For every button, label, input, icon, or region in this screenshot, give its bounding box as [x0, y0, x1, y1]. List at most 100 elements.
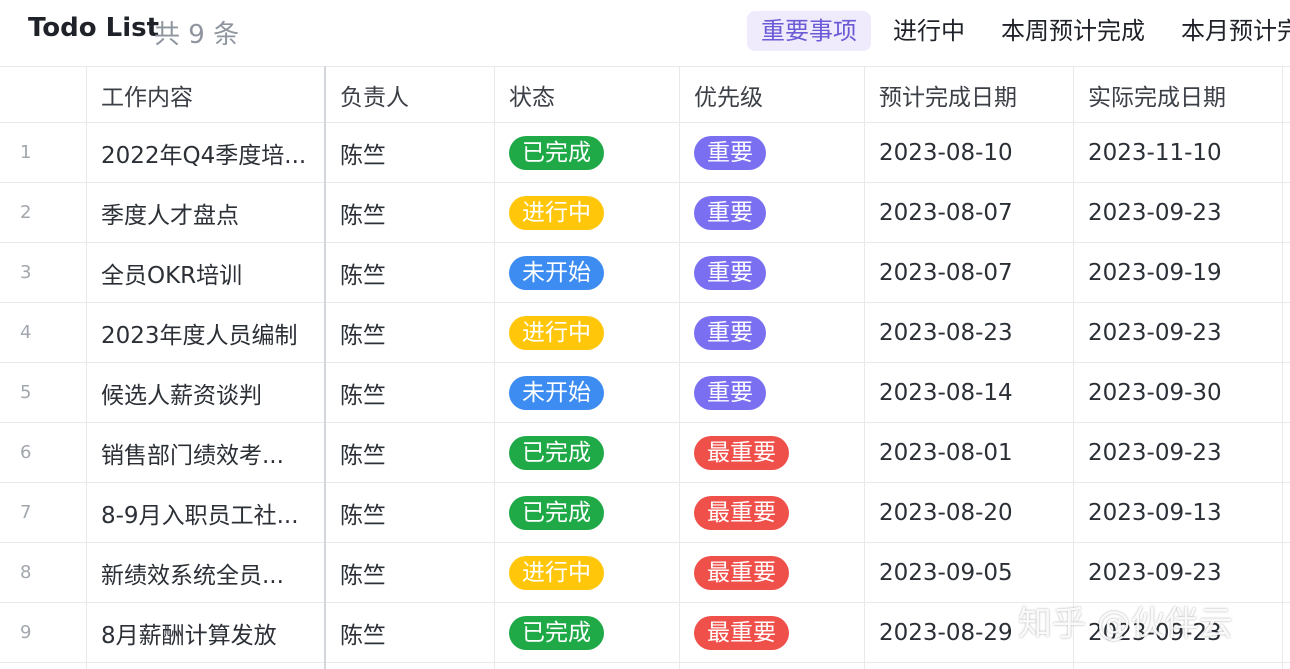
priority-cell[interactable]: 最重要: [680, 603, 864, 662]
priority-tag: 最重要: [694, 555, 789, 590]
status-cell[interactable]: 进行中: [495, 303, 679, 362]
owner-cell[interactable]: 陈竺: [326, 543, 494, 602]
priority-cell[interactable]: 重要: [680, 363, 864, 422]
table-row[interactable]: 4 2023年度人员编制 陈竺 进行中 重要 2023-08-23 2023-09-23: [0, 303, 1290, 363]
page-title: Todo List: [28, 13, 160, 43]
planned-date-cell[interactable]: 2023-08-29: [865, 603, 1073, 662]
task-cell[interactable]: 销售部门绩效考...: [87, 423, 325, 482]
table-row[interactable]: 2 季度人才盘点 陈竺 进行中 重要 2023-08-07 2023-09-23: [0, 183, 1290, 243]
table-row[interactable]: 8 新绩效系统全员... 陈竺 进行中 最重要 2023-09-05 2023-09-23: [0, 543, 1290, 603]
priority-cell[interactable]: 最重要: [680, 543, 864, 602]
column-header-task[interactable]: 工作内容: [87, 67, 325, 122]
table-row[interactable]: 7 8-9月入职员工社... 陈竺 已完成 最重要 2023-08-20 2023-09-1…: [0, 483, 1290, 543]
planned-date-cell[interactable]: 2023-08-10: [865, 123, 1073, 182]
extra-cell: [1283, 363, 1290, 422]
priority-cell[interactable]: 重要: [680, 243, 864, 302]
priority-tag: 重要: [694, 195, 766, 230]
planned-date-cell[interactable]: 2023-08-07: [865, 243, 1073, 302]
owner-cell[interactable]: 陈竺: [326, 303, 494, 362]
table-row[interactable]: 6 销售部门绩效考... 陈竺 已完成 最重要 2023-08-01 2023-09-23: [0, 423, 1290, 483]
column-header-planned-date[interactable]: 预计完成日期: [865, 67, 1073, 122]
planned-date-cell[interactable]: 2023-09-05: [865, 543, 1073, 602]
priority-tag: 重要: [694, 315, 766, 350]
table-row[interactable]: 5 候选人薪资谈判 陈竺 未开始 重要 2023-08-14 2023-09-30: [0, 363, 1290, 423]
task-cell[interactable]: 8月薪酬计算发放: [87, 603, 325, 662]
priority-cell[interactable]: 最重要: [680, 483, 864, 542]
status-cell[interactable]: 进行中: [495, 543, 679, 602]
planned-date-cell[interactable]: 2023-08-20: [865, 483, 1073, 542]
row-index: 8: [20, 562, 32, 583]
table-row[interactable]: 9 8月薪酬计算发放 陈竺 已完成 最重要 2023-08-29 2023-09-23: [0, 603, 1290, 663]
priority-tag: 最重要: [694, 495, 789, 530]
status-cell[interactable]: 已完成: [495, 123, 679, 182]
column-divider: [679, 66, 680, 669]
priority-cell[interactable]: 重要: [680, 123, 864, 182]
actual-date-cell[interactable]: 2023-09-13: [1074, 483, 1282, 542]
extra-cell: [1283, 243, 1290, 302]
view-tab-in-progress[interactable]: 进行中: [879, 11, 979, 51]
task-cell[interactable]: 2023年度人员编制: [87, 303, 325, 362]
row-index: 4: [20, 322, 32, 343]
record-count: 共 9 条: [154, 20, 240, 50]
extra-cell: [1283, 603, 1290, 662]
actual-date-cell[interactable]: 2023-09-19: [1074, 243, 1282, 302]
owner-cell[interactable]: 陈竺: [326, 123, 494, 182]
planned-date-cell[interactable]: 2023-08-23: [865, 303, 1073, 362]
actual-date-cell[interactable]: 2023-09-23: [1074, 303, 1282, 362]
column-divider: [86, 66, 87, 669]
priority-cell[interactable]: 重要: [680, 183, 864, 242]
status-tag: 已完成: [509, 495, 604, 530]
table-header-row: 工作内容 负责人 状态 优先级 预计完成日期 实际完成日期: [0, 66, 1290, 123]
table-row[interactable]: 3 全员OKR培训 陈竺 未开始 重要 2023-08-07 2023-09-19: [0, 243, 1290, 303]
status-cell[interactable]: 已完成: [495, 423, 679, 482]
status-cell[interactable]: 未开始: [495, 243, 679, 302]
owner-cell[interactable]: 陈竺: [326, 183, 494, 242]
actual-date-cell[interactable]: 2023-09-30: [1074, 363, 1282, 422]
planned-date-cell[interactable]: 2023-08-01: [865, 423, 1073, 482]
priority-tag: 最重要: [694, 435, 789, 470]
status-cell[interactable]: 已完成: [495, 603, 679, 662]
task-cell[interactable]: 全员OKR培训: [87, 243, 325, 302]
extra-cell: [1283, 123, 1290, 182]
task-cell[interactable]: 季度人才盘点: [87, 183, 325, 242]
column-header-owner[interactable]: 负责人: [326, 67, 494, 122]
status-cell[interactable]: 进行中: [495, 183, 679, 242]
priority-tag: 重要: [694, 255, 766, 290]
actual-date-cell[interactable]: 2023-11-10: [1074, 123, 1282, 182]
view-tab-this-month[interactable]: 本月预计完: [1167, 11, 1290, 51]
task-cell[interactable]: 候选人薪资谈判: [87, 363, 325, 422]
column-header-priority[interactable]: 优先级: [680, 67, 864, 122]
owner-cell[interactable]: 陈竺: [326, 603, 494, 662]
status-tag: 未开始: [509, 375, 604, 410]
task-cell[interactable]: 8-9月入职员工社...: [87, 483, 325, 542]
planned-date-cell[interactable]: 2023-08-14: [865, 363, 1073, 422]
actual-date-cell[interactable]: 2023-09-23: [1074, 423, 1282, 482]
view-tabs: 重要事项 进行中 本周预计完成 本月预计完: [747, 11, 1290, 51]
frozen-column-divider[interactable]: [324, 66, 326, 669]
task-cell[interactable]: 新绩效系统全员...: [87, 543, 325, 602]
view-tab-this-week[interactable]: 本周预计完成: [987, 11, 1159, 51]
priority-tag: 重要: [694, 375, 766, 410]
priority-cell[interactable]: 重要: [680, 303, 864, 362]
column-header-status[interactable]: 状态: [495, 67, 679, 122]
column-header-actual-date[interactable]: 实际完成日期: [1074, 67, 1282, 122]
status-cell[interactable]: 已完成: [495, 483, 679, 542]
status-tag: 已完成: [509, 435, 604, 470]
owner-cell[interactable]: 陈竺: [326, 423, 494, 482]
status-tag: 进行中: [509, 195, 604, 230]
actual-date-cell[interactable]: 2023-09-23: [1074, 183, 1282, 242]
row-index: 2: [20, 202, 32, 223]
view-tab-important[interactable]: 重要事项: [747, 11, 871, 51]
owner-cell[interactable]: 陈竺: [326, 483, 494, 542]
status-cell[interactable]: 未开始: [495, 363, 679, 422]
row-index: 9: [20, 622, 32, 643]
actual-date-cell[interactable]: 2023-09-23: [1074, 543, 1282, 602]
priority-cell[interactable]: 最重要: [680, 423, 864, 482]
owner-cell[interactable]: 陈竺: [326, 243, 494, 302]
row-index: 7: [20, 502, 32, 523]
actual-date-cell[interactable]: 2023-09-23: [1074, 603, 1282, 662]
table-row[interactable]: 1 2022年Q4季度培... 陈竺 已完成 重要 2023-08-10 2023-11-1…: [0, 123, 1290, 183]
planned-date-cell[interactable]: 2023-08-07: [865, 183, 1073, 242]
task-cell[interactable]: 2022年Q4季度培...: [87, 123, 325, 182]
owner-cell[interactable]: 陈竺: [326, 363, 494, 422]
